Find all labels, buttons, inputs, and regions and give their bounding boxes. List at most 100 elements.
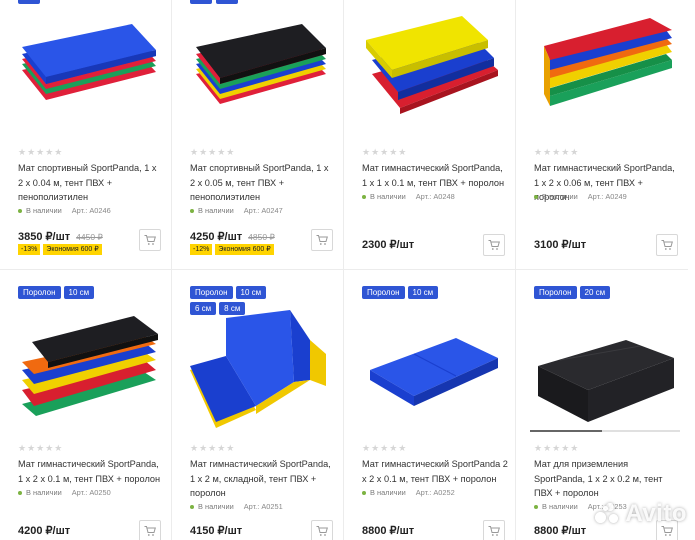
old-price: 4450 ₽ xyxy=(76,232,103,242)
product-title[interactable]: Мат гимнастический SportPanda, 1 x 1 x 0… xyxy=(362,161,508,190)
price: 2300 ₽/шт xyxy=(362,238,414,251)
in-stock-dot-icon xyxy=(190,505,194,510)
current-price: 4150 ₽/шт xyxy=(190,525,243,537)
product-image[interactable] xyxy=(358,12,508,132)
gallery-progress-fill xyxy=(530,430,602,432)
add-to-cart-button[interactable] xyxy=(483,234,505,256)
availability: В наличии xyxy=(190,502,234,511)
savings-badge: Экономия 600 ₽ xyxy=(215,244,274,255)
rating-stars: ★★★★★ xyxy=(18,147,64,157)
in-stock-dot-icon xyxy=(362,195,366,200)
product-image[interactable] xyxy=(358,310,508,430)
price: 3850 ₽/шт 4450 ₽ xyxy=(18,230,103,243)
tag-foam: Поролон xyxy=(18,286,61,299)
add-to-cart-button[interactable] xyxy=(311,229,333,251)
savings-badge: Экономия 600 ₽ xyxy=(43,244,102,255)
tag-badge xyxy=(216,0,238,4)
product-image[interactable] xyxy=(186,12,336,132)
availability: В наличии xyxy=(190,206,234,215)
current-price: 8800 ₽/шт xyxy=(362,525,415,537)
in-stock-dot-icon xyxy=(534,505,538,510)
sku: Арт.: А0246 xyxy=(71,206,111,215)
discount-row: -13% Экономия 600 ₽ xyxy=(18,244,102,255)
product-title[interactable]: Мат гимнастический SportPanda, 1 x 2 x 0… xyxy=(18,457,164,486)
cart-icon xyxy=(488,526,500,536)
rating-stars: ★★★★★ xyxy=(362,443,408,453)
rating-stars: ★★★★★ xyxy=(190,147,236,157)
current-price: 4250 ₽/шт xyxy=(190,231,243,243)
sku: Арт.: А0252 xyxy=(415,488,455,497)
tag-list: Поролон 10 см xyxy=(18,286,128,299)
add-to-cart-button[interactable] xyxy=(483,520,505,540)
price: 8800 ₽/шт xyxy=(534,524,586,537)
current-price: 3850 ₽/шт xyxy=(18,231,71,243)
price: 4200 ₽/шт xyxy=(18,524,70,537)
availability-label: В наличии xyxy=(370,488,406,497)
product-title[interactable]: Мат гимнастический SportPanda 2 x 2 x 0.… xyxy=(362,457,508,486)
product-meta: В наличии Арт.: А0252 xyxy=(362,488,455,497)
product-card[interactable]: Поролон 10 см ★★★★★ Мат гимнастический S… xyxy=(344,270,516,540)
product-title[interactable]: Мат гимнастический SportPanda, 1 x 2 м, … xyxy=(190,457,336,501)
product-card[interactable]: Поролон 10 см 6 см 8 см ★★★★★ Мат гимнас… xyxy=(172,270,344,540)
tag-thickness: 10 см xyxy=(63,286,95,299)
availability: В наличии xyxy=(18,206,62,215)
sku: Арт.: А0247 xyxy=(243,206,283,215)
cart-icon xyxy=(316,526,328,536)
discount-row: -12% Экономия 600 ₽ xyxy=(190,244,274,255)
cart-icon xyxy=(488,240,500,250)
product-title[interactable]: Мат для приземления SportPanda, 1 x 2 x … xyxy=(534,457,680,501)
add-to-cart-button[interactable] xyxy=(656,234,678,256)
tag-thickness: 10 см xyxy=(235,286,267,299)
product-meta: В наличии Арт.: А0248 xyxy=(362,192,455,201)
cart-icon xyxy=(661,240,673,250)
product-card[interactable]: Поролон 10 см ★★★★★ Мат гимнастический S… xyxy=(0,270,172,540)
product-meta: В наличии Арт.: А0250 xyxy=(18,488,111,497)
add-to-cart-button[interactable] xyxy=(311,520,333,540)
tag-thickness: 10 см xyxy=(407,286,439,299)
product-image[interactable] xyxy=(530,310,680,430)
product-title[interactable]: Мат спортивный SportPanda, 1 x 2 x 0.05 … xyxy=(190,161,336,205)
cart-icon xyxy=(316,235,328,245)
image-gallery-indicator[interactable] xyxy=(530,430,680,432)
product-image[interactable] xyxy=(186,310,336,430)
product-card[interactable]: ★★★★★ Мат гимнастический SportPanda, 1 x… xyxy=(344,0,516,270)
tag-badge xyxy=(190,0,212,4)
avito-wordmark: Avito xyxy=(625,500,687,527)
product-meta: В наличии Арт.: А0247 xyxy=(190,206,283,215)
product-image[interactable] xyxy=(14,12,164,132)
tag-thickness: 20 см xyxy=(579,286,611,299)
product-card[interactable]: ★★★★★ Мат спортивный SportPanda, 1 x 2 x… xyxy=(0,0,172,270)
product-card[interactable]: ★★★★★ Мат спортивный SportPanda, 1 x 2 x… xyxy=(172,0,344,270)
tag-foam: Поролон xyxy=(362,286,405,299)
current-price: 4200 ₽/шт xyxy=(18,525,71,537)
availability-label: В наличии xyxy=(26,488,62,497)
product-card[interactable]: ★★★★★ Мат гимнастический SportPanda, 1 x… xyxy=(516,0,688,270)
current-price: 8800 ₽/шт xyxy=(534,525,587,537)
product-image[interactable] xyxy=(530,12,680,132)
avito-logo-icon xyxy=(595,503,621,525)
tag-badge xyxy=(18,0,40,4)
availability-label: В наличии xyxy=(370,192,406,201)
availability-label: В наличии xyxy=(542,192,578,201)
add-to-cart-button[interactable] xyxy=(139,520,161,540)
avito-watermark: Avito xyxy=(595,500,687,528)
product-image[interactable] xyxy=(14,310,164,430)
tag-list: Поролон 10 см xyxy=(362,286,472,299)
in-stock-dot-icon xyxy=(190,209,194,214)
add-to-cart-button[interactable] xyxy=(139,229,161,251)
rating-stars: ★★★★★ xyxy=(534,147,580,157)
sku: Арт.: А0249 xyxy=(587,192,627,201)
tag-foam: Поролон xyxy=(534,286,577,299)
cart-icon xyxy=(144,235,156,245)
in-stock-dot-icon xyxy=(534,195,538,200)
availability-label: В наличии xyxy=(26,206,62,215)
in-stock-dot-icon xyxy=(18,209,22,214)
price: 4250 ₽/шт 4850 ₽ xyxy=(190,230,275,243)
rating-stars: ★★★★★ xyxy=(362,147,408,157)
product-meta: В наличии Арт.: А0249 xyxy=(534,192,627,201)
price: 3100 ₽/шт xyxy=(534,238,586,251)
product-title[interactable]: Мат спортивный SportPanda, 1 x 2 x 0.04 … xyxy=(18,161,164,205)
in-stock-dot-icon xyxy=(18,491,22,496)
product-grid: ★★★★★ Мат спортивный SportPanda, 1 x 2 x… xyxy=(0,0,695,540)
rating-stars: ★★★★★ xyxy=(190,443,236,453)
